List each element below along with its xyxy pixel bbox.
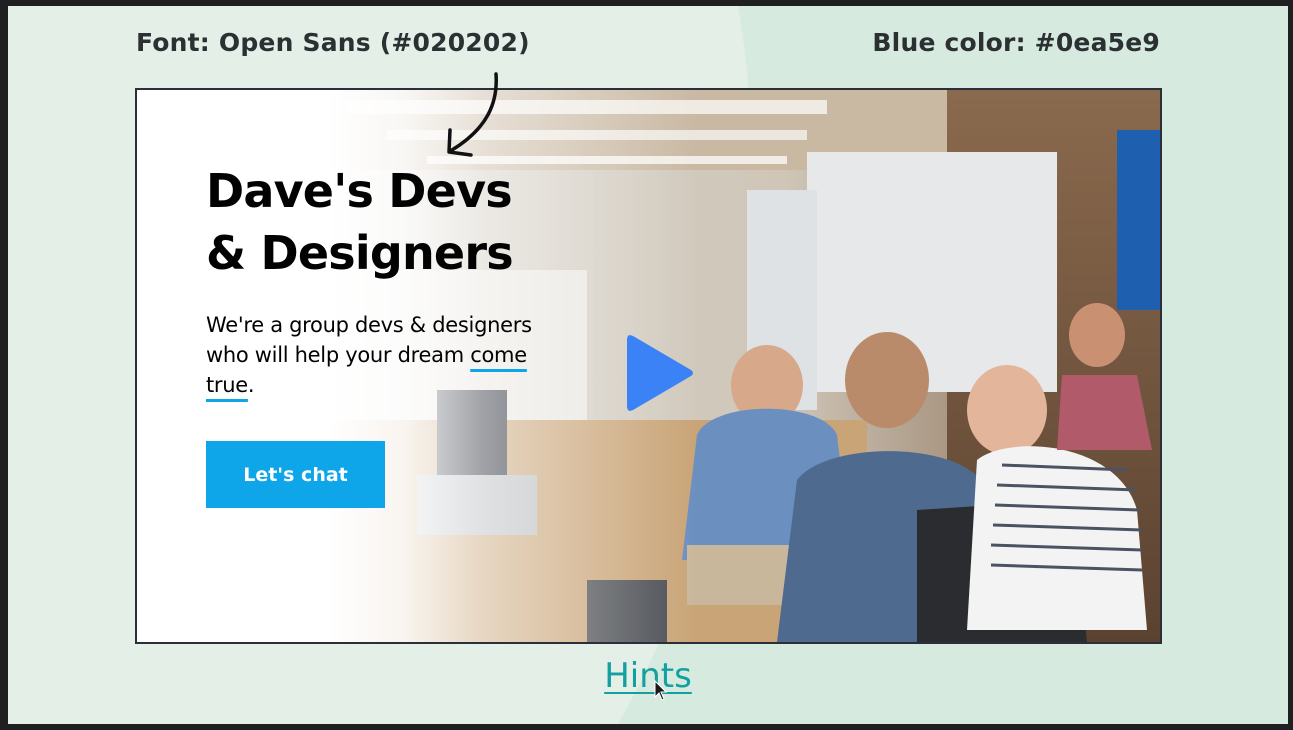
- hero-card: Dave's Devs & Designers We're a group de…: [135, 88, 1162, 644]
- curved-arrow-icon: [447, 72, 498, 157]
- slide-frame: Font: Open Sans (#020202) Blue color: #0…: [8, 6, 1288, 724]
- hero-subtitle: We're a group devs & designers who will …: [206, 310, 566, 400]
- lets-chat-button[interactable]: Let's chat: [206, 441, 385, 508]
- play-icon[interactable]: [623, 330, 697, 416]
- hints-link[interactable]: Hints: [598, 656, 698, 696]
- mouse-pointer-icon: [654, 680, 668, 701]
- hero-title: Dave's Devs & Designers: [206, 160, 606, 284]
- hero-title-line2: & Designers: [206, 226, 514, 280]
- color-annotation: Blue color: #0ea5e9: [872, 28, 1160, 57]
- hero-title-line1: Dave's Devs: [206, 164, 513, 218]
- hero-subtitle-period: .: [247, 373, 255, 397]
- font-annotation: Font: Open Sans (#020202): [136, 28, 530, 57]
